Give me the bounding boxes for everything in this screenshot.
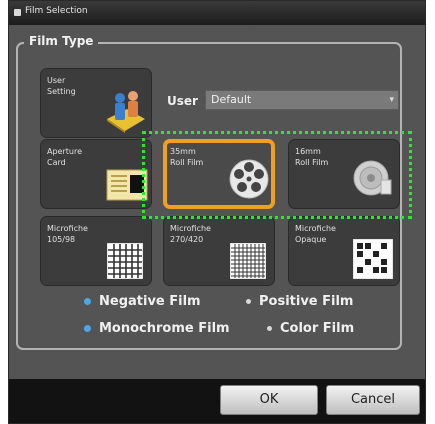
cancel-button[interactable]: Cancel xyxy=(326,385,420,415)
radio-selected-icon xyxy=(84,325,91,332)
tile-line2: Setting xyxy=(47,87,76,96)
ok-button[interactable]: OK xyxy=(220,385,318,415)
film-type-label: Film Type xyxy=(24,34,99,48)
film-reel-icon xyxy=(229,159,269,199)
radio-unselected-icon xyxy=(246,299,251,304)
title-bar: Film Selection xyxy=(9,1,425,25)
tile-16mm-roll-film[interactable]: 16mm Roll Film xyxy=(288,139,400,209)
user-label: User xyxy=(167,94,198,108)
radio-unselected-icon xyxy=(267,326,272,331)
option-positive-film[interactable]: Positive Film xyxy=(246,294,353,309)
aperture-card-icon xyxy=(106,169,148,201)
microfiche-fine-grid-icon xyxy=(230,243,266,279)
tile-line2: Card xyxy=(47,158,66,167)
tile-line1: 35mm xyxy=(170,147,196,156)
tile-line1: Microfiche xyxy=(295,224,336,233)
tile-line2: Opaque xyxy=(295,235,327,244)
tile-line2: 270/420 xyxy=(170,235,204,244)
tile-microfiche-270-420[interactable]: Microfiche 270/420 xyxy=(163,216,275,286)
option-color-film[interactable]: Color Film xyxy=(267,321,354,336)
microfiche-grid-icon xyxy=(107,243,143,279)
option-label: Positive Film xyxy=(259,294,354,309)
film-roll-icon xyxy=(353,160,392,196)
tile-line1: Microfiche xyxy=(47,224,88,233)
tile-35mm-roll-film[interactable]: 35mm Roll Film xyxy=(163,139,275,209)
tile-line2: Roll Film xyxy=(295,158,329,167)
window-title: Film Selection xyxy=(25,6,88,16)
radio-selected-icon xyxy=(84,298,91,305)
users-icon xyxy=(107,91,145,133)
tile-line1: 16mm xyxy=(295,147,321,156)
tile-line1: Aperture xyxy=(47,147,83,156)
tile-aperture-card[interactable]: Aperture Card xyxy=(40,139,152,209)
option-negative-film[interactable]: Negative Film xyxy=(84,294,201,309)
option-label: Negative Film xyxy=(99,294,201,309)
microfiche-opaque-icon xyxy=(353,239,393,279)
option-label: Monochrome Film xyxy=(99,321,230,336)
tile-line2: Roll Film xyxy=(170,158,204,167)
tile-user-setting[interactable]: User Setting xyxy=(40,68,152,138)
tile-line1: Microfiche xyxy=(170,224,211,233)
app-icon xyxy=(14,9,21,16)
tile-microfiche-opaque[interactable]: Microfiche Opaque xyxy=(288,216,400,286)
tile-line2: 105/98 xyxy=(47,235,76,244)
user-select-value: Default xyxy=(211,93,252,106)
tile-microfiche-105-98[interactable]: Microfiche 105/98 xyxy=(40,216,152,286)
chevron-down-icon: ▾ xyxy=(389,95,394,105)
option-monochrome-film[interactable]: Monochrome Film xyxy=(84,321,230,336)
tile-line1: User xyxy=(47,76,66,85)
user-select[interactable]: Default ▾ xyxy=(205,90,399,110)
option-label: Color Film xyxy=(280,321,355,336)
